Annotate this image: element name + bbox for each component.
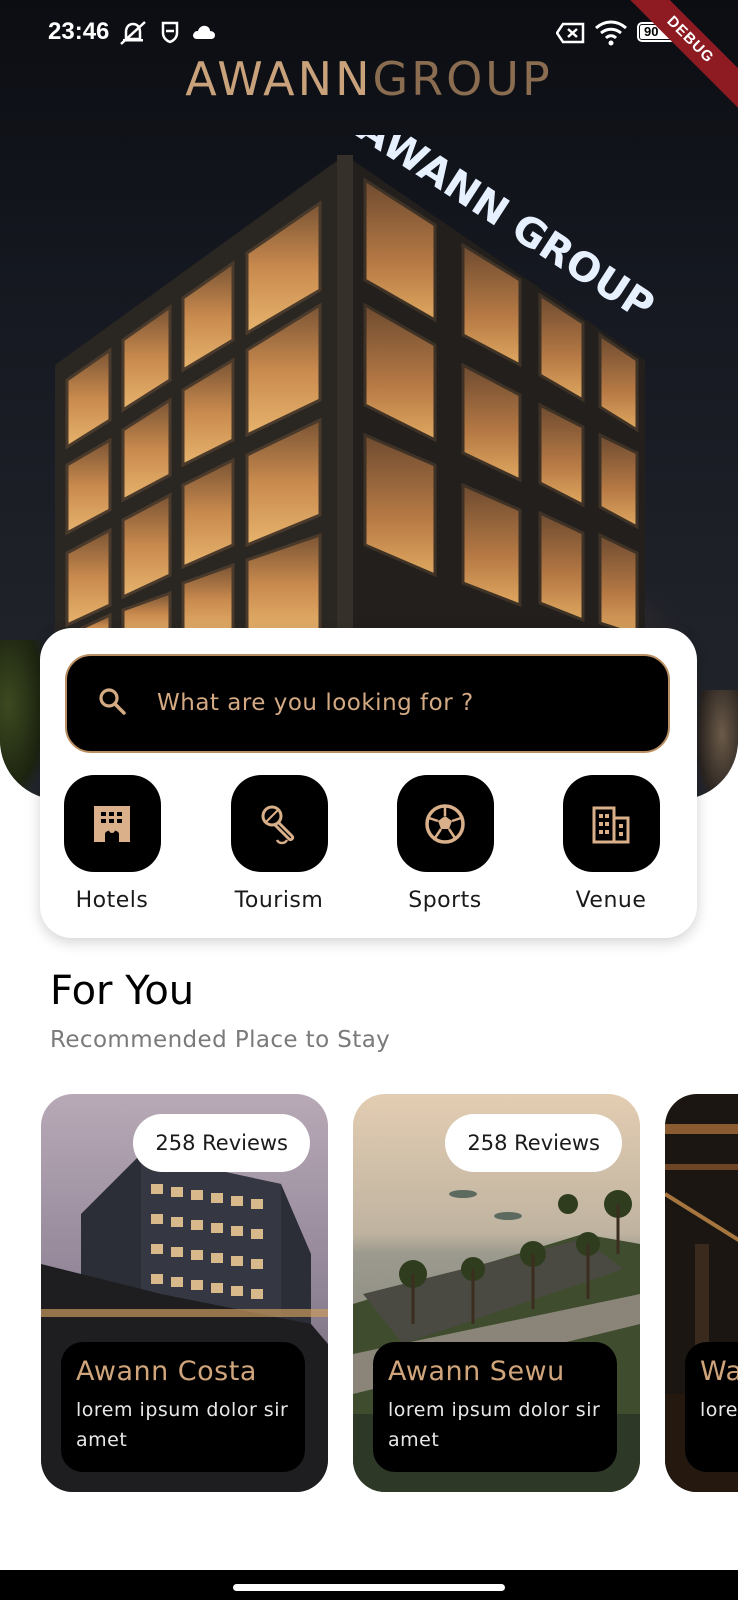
place-info: Wa lore sir a — [685, 1342, 738, 1472]
reviews-badge: 258 Reviews — [133, 1114, 310, 1172]
category-label: Venue — [575, 888, 647, 913]
category-tile[interactable] — [562, 775, 660, 872]
building-icon — [592, 806, 630, 843]
search-card: What are you looking for ? Hotels Touris… — [40, 628, 697, 938]
place-description: lorem ipsum dolor sir amet — [76, 1399, 289, 1451]
place-card-awann-costa[interactable]: 258 Reviews Awann Costa lorem ipsum dolo… — [41, 1094, 328, 1492]
category-sports[interactable]: Sports — [370, 775, 520, 913]
place-card-partial[interactable]: Wa lore sir a — [665, 1094, 738, 1492]
no-sim-icon — [556, 22, 585, 44]
category-label: Hotels — [75, 888, 149, 913]
bell-muted-icon — [120, 21, 146, 45]
tree-right — [698, 690, 738, 800]
place-info: Awann Costa lorem ipsum dolor sir amet — [61, 1342, 305, 1472]
status-time: 23:46 — [48, 18, 110, 45]
section-subtitle: Recommended Place to Stay — [50, 1027, 391, 1053]
category-tile[interactable] — [63, 775, 161, 872]
wifi-icon — [595, 20, 627, 46]
status-bar: 23:46 90 — [0, 0, 738, 64]
hero-building-image: AWANN GROUP — [55, 135, 655, 635]
place-name: Wa — [700, 1356, 738, 1387]
hotel-icon — [94, 805, 130, 842]
category-venue[interactable]: Venue — [536, 775, 686, 913]
search-input[interactable]: What are you looking for ? — [65, 654, 670, 753]
category-tile[interactable] — [230, 775, 328, 872]
category-label: Tourism — [234, 888, 324, 913]
search-icon — [99, 688, 126, 715]
place-description: lorem ipsum dolor sir amet — [388, 1399, 601, 1451]
place-name: Awann Sewu — [388, 1356, 565, 1387]
category-list: Hotels Tourism Sports Venue — [40, 775, 697, 925]
category-tourism[interactable]: Tourism — [204, 775, 354, 913]
microphone-icon — [261, 805, 295, 844]
place-info: Awann Sewu lorem ipsum dolor sir amet — [373, 1342, 617, 1472]
recommended-places-carousel[interactable]: 258 Reviews Awann Costa lorem ipsum dolo… — [0, 1094, 738, 1492]
place-description: lore sir a — [700, 1399, 738, 1421]
place-card-awann-sewu[interactable]: 258 Reviews Awann Sewu lorem ipsum dolor… — [353, 1094, 640, 1492]
category-hotels[interactable]: Hotels — [37, 775, 187, 913]
cloud-icon — [193, 25, 215, 39]
section-title: For You — [50, 968, 195, 1014]
home-indicator[interactable] — [233, 1584, 505, 1591]
soccer-ball-icon — [425, 803, 465, 844]
category-label: Sports — [408, 888, 482, 913]
search-placeholder: What are you looking for ? — [157, 690, 474, 716]
category-tile[interactable] — [396, 775, 494, 872]
notification-app-icon — [161, 21, 179, 44]
place-name: Awann Costa — [76, 1356, 257, 1387]
reviews-badge: 258 Reviews — [445, 1114, 622, 1172]
